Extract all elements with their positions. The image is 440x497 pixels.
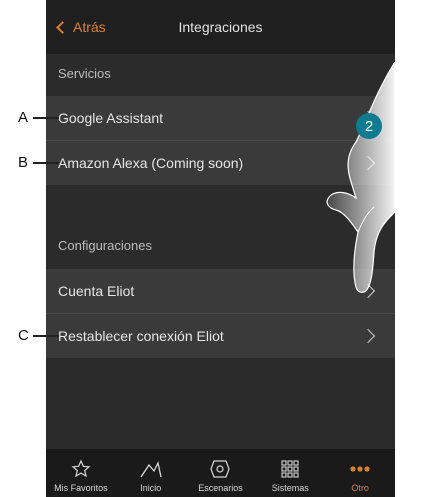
- service-label: Amazon Alexa (Coming soon): [58, 155, 244, 171]
- config-item-restablecer-conexion[interactable]: Restablecer conexión Eliot: [46, 314, 395, 358]
- callout-b-leader: [33, 162, 59, 164]
- tab-label: Mis Favoritos: [54, 483, 108, 493]
- tab-mis-favoritos[interactable]: Mis Favoritos: [46, 449, 116, 497]
- callout-a-leader: [33, 117, 59, 119]
- section-title-configurations: Configuraciones: [58, 238, 152, 253]
- page-title: Integraciones: [178, 19, 263, 35]
- tab-escenarios[interactable]: Escenarios: [186, 449, 256, 497]
- tab-label: Sistemas: [271, 483, 309, 493]
- star-icon: [71, 458, 91, 480]
- service-label: Google Assistant: [58, 110, 164, 126]
- home-icon: [139, 458, 163, 480]
- tab-label: Otro: [351, 483, 369, 493]
- config-label: Cuenta Eliot: [58, 283, 135, 299]
- step-badge: 2: [356, 113, 382, 139]
- tab-label: Inicio: [140, 483, 162, 493]
- callout-b: B: [18, 154, 29, 171]
- callout-c: C: [18, 327, 29, 344]
- more-icon: [349, 458, 371, 480]
- scenario-icon: [209, 458, 231, 480]
- config-label: Restablecer conexión Eliot: [58, 328, 224, 344]
- tab-label: Escenarios: [198, 483, 243, 493]
- top-bar: Atrás Integraciones: [46, 0, 395, 54]
- chevron-right-icon: [360, 328, 376, 344]
- tab-inicio[interactable]: Inicio: [116, 449, 186, 497]
- callout-a: A: [18, 109, 29, 126]
- pointing-hand-illustration: [326, 62, 395, 293]
- tab-otro[interactable]: Otro: [325, 449, 395, 497]
- tab-sistemas[interactable]: Sistemas: [255, 449, 325, 497]
- bottom-tab-bar: Mis Favoritos Inicio Escenarios Sistemas: [46, 449, 395, 497]
- grid-icon: [280, 458, 300, 480]
- callout-c-leader: [33, 335, 59, 337]
- phone-screen: Atrás Integraciones Servicios Google Ass…: [46, 0, 395, 497]
- section-title-services: Servicios: [58, 66, 111, 81]
